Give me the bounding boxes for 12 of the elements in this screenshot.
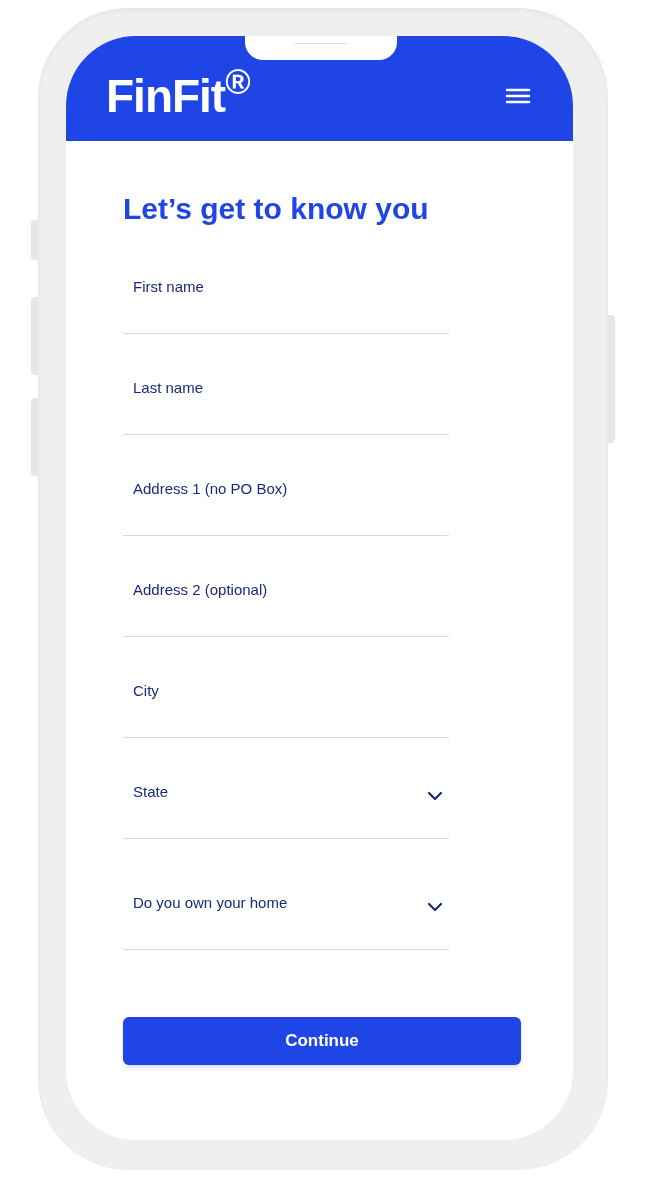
input-field[interactable]: City — [123, 637, 449, 738]
input-field[interactable]: Last name — [123, 334, 449, 435]
menu-icon[interactable] — [505, 87, 531, 104]
dropdown-field[interactable]: State — [123, 738, 449, 839]
input-field[interactable]: Address 2 (optional) — [123, 536, 449, 637]
input-field[interactable]: First name — [123, 233, 449, 334]
chevron-down-icon — [427, 791, 443, 801]
input-field[interactable]: Address 1 (no PO Box) — [123, 435, 449, 536]
page-title: Let’s get to know you — [123, 191, 430, 227]
chevron-down-icon — [427, 902, 443, 912]
dropdown-field[interactable]: Do you own your home — [123, 839, 449, 950]
continue-button[interactable]: Continue — [123, 1017, 521, 1065]
